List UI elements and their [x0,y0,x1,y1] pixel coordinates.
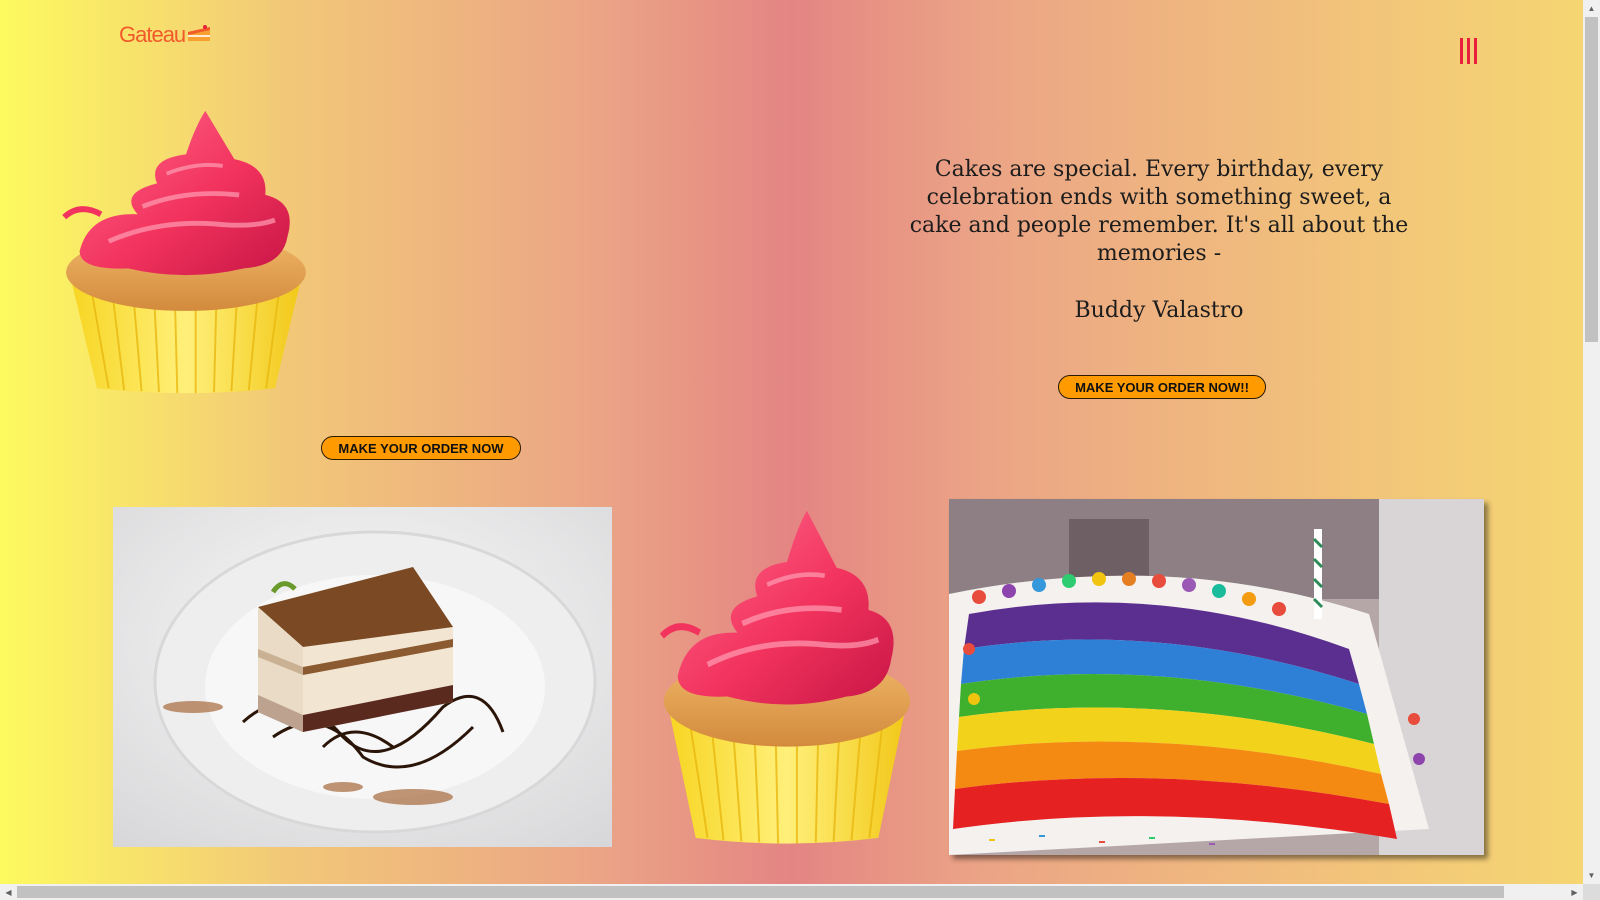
quote-author: Buddy Valastro [1074,298,1244,323]
logo[interactable]: Gateau [119,22,211,48]
horizontal-scroll-thumb[interactable] [17,886,1504,898]
quote-text: Cakes are special. Every birthday, every… [909,157,1409,266]
cupcake-image-gallery [648,505,926,847]
logo-text: Gateau [119,22,186,47]
make-order-button[interactable]: MAKE YOUR ORDER NOW [321,436,521,460]
scroll-down-icon[interactable]: ▼ [1583,867,1600,884]
rainbow-cake-photo [949,499,1484,855]
cake-slice-icon [187,22,211,48]
page-viewport: Gateau MAKE YOUR ORDER NOW Cakes are spe… [0,0,1583,884]
scroll-right-icon[interactable]: ▶ [1566,884,1583,900]
cupcake-image-hero [46,106,326,396]
scrollbar-corner [1583,884,1600,900]
make-order-now-button[interactable]: MAKE YOUR ORDER NOW!! [1058,375,1266,399]
horizontal-scrollbar[interactable]: ◀ ▶ [0,884,1583,900]
scroll-up-icon[interactable]: ▲ [1583,0,1600,17]
tiramisu-photo [113,507,612,847]
scroll-left-icon[interactable]: ◀ [0,884,17,900]
vertical-scroll-thumb[interactable] [1585,17,1598,342]
hamburger-menu-icon[interactable] [1460,38,1477,64]
vertical-scrollbar[interactable]: ▲ ▼ [1583,0,1600,884]
